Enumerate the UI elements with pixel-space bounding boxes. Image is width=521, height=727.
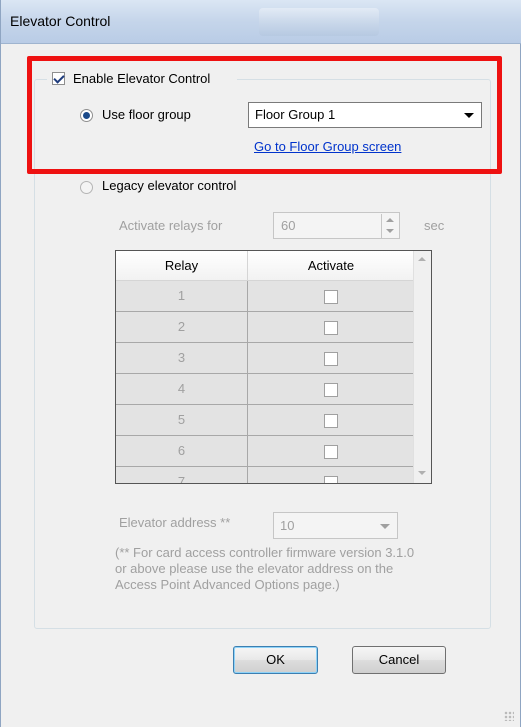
activate-checkbox[interactable] (324, 414, 338, 428)
table-row: 1 (116, 281, 415, 312)
activate-cell[interactable] (248, 343, 415, 374)
activate-relays-spinner[interactable]: 60 (273, 212, 400, 239)
activate-checkbox[interactable] (324, 321, 338, 335)
title-bar[interactable]: Elevator Control (1, 0, 521, 44)
relay-number-cell: 3 (116, 343, 248, 374)
activate-checkbox[interactable] (324, 352, 338, 366)
activate-cell[interactable] (248, 405, 415, 436)
activate-cell[interactable] (248, 281, 415, 312)
activate-cell[interactable] (248, 467, 415, 483)
activate-checkbox[interactable] (324, 383, 338, 397)
elevator-address-label: Elevator address ** (119, 515, 231, 530)
activate-checkbox[interactable] (324, 476, 338, 483)
relay-number-cell: 1 (116, 281, 248, 312)
activate-relays-label: Activate relays for (119, 218, 223, 233)
table-row: 7 (116, 467, 415, 483)
relay-number-cell: 6 (116, 436, 248, 467)
chevron-down-icon (380, 524, 390, 529)
elevator-address-value: 10 (280, 518, 295, 533)
title-bar-glass (259, 8, 379, 36)
highlight-box (27, 56, 502, 174)
spinner-buttons[interactable] (381, 214, 398, 238)
table-row: 6 (116, 436, 415, 467)
activate-cell[interactable] (248, 312, 415, 343)
scroll-up-icon[interactable] (418, 257, 426, 261)
relay-table[interactable]: Relay Activate 1 2 3 4 5 6 7 (115, 250, 432, 484)
table-scrollbar[interactable] (413, 251, 431, 483)
column-header-relay[interactable]: Relay (116, 251, 248, 281)
table-row: 2 (116, 312, 415, 343)
relay-number-cell: 5 (116, 405, 248, 436)
resize-grip-icon[interactable] (504, 711, 514, 721)
dialog-window: Elevator Control Enable Elevator Control… (0, 0, 521, 727)
spin-down-icon[interactable] (386, 229, 394, 233)
activate-checkbox[interactable] (324, 290, 338, 304)
table-row: 4 (116, 374, 415, 405)
table-row: 3 (116, 343, 415, 374)
scroll-down-icon[interactable] (418, 471, 426, 475)
window-title: Elevator Control (10, 13, 111, 29)
activate-cell[interactable] (248, 374, 415, 405)
relay-number-cell: 2 (116, 312, 248, 343)
firmware-note: (** For card access controller firmware … (115, 545, 415, 592)
table-row: 5 (116, 405, 415, 436)
relay-number-cell: 4 (116, 374, 248, 405)
activate-checkbox[interactable] (324, 445, 338, 459)
ok-button[interactable]: OK (233, 646, 318, 674)
legacy-elevator-control-radio[interactable] (80, 181, 93, 194)
elevator-address-select[interactable]: 10 (273, 512, 398, 539)
column-header-activate[interactable]: Activate (248, 251, 415, 281)
legacy-elevator-control-label: Legacy elevator control (102, 178, 237, 193)
activate-cell[interactable] (248, 436, 415, 467)
cancel-button[interactable]: Cancel (352, 646, 446, 674)
activate-unit-label: sec (424, 218, 445, 233)
spin-up-icon[interactable] (386, 218, 394, 222)
relay-number-cell: 7 (116, 467, 248, 483)
activate-relays-value: 60 (281, 218, 296, 233)
